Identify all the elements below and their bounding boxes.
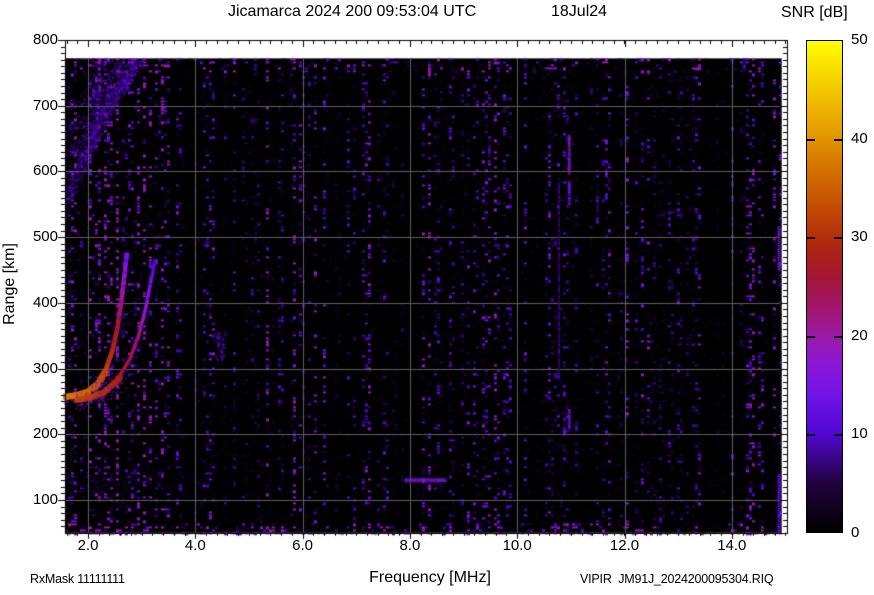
colorbar-tickmark [807,336,815,338]
colorbar-tick-label: 30 [851,228,874,246]
y-tick-label: 400 [16,294,58,312]
filename-text: VIPIR JM91J_2024200095304.RIQ [580,572,773,586]
colorbar-tickmark [834,434,842,436]
y-tick-label: 300 [16,360,58,378]
colorbar-tickmark [807,434,815,436]
x-tick-label: 12.0 [603,537,647,555]
y-tick-label: 200 [16,425,58,443]
colorbar-tickmark [834,139,842,141]
colorbar-tickmark [834,237,842,239]
y-tick-label: 500 [16,228,58,246]
y-tick-label: 800 [16,31,58,49]
ionogram-heatmap-canvas [57,32,800,545]
ionogram-figure: Jicamarca 2024 200 09:53:04 UTC 18Jul24 … [0,0,874,595]
colorbar-tickmark [834,336,842,338]
colorbar-tick-label: 0 [851,524,874,542]
colorbar-title: SNR [dB] [781,4,848,22]
title-date: 18Jul24 [551,3,607,21]
y-tick-label: 600 [16,162,58,180]
rxmask-text: RxMask 11111111 [30,572,125,586]
y-tick-label: 700 [16,97,58,115]
snr-colorbar [806,40,843,533]
x-tick-label: 14.0 [710,537,754,555]
colorbar-tick-label: 40 [851,130,874,148]
x-tick-label: 2.0 [66,537,110,555]
x-tick-label: 8.0 [388,537,432,555]
x-axis-label: Frequency [MHz] [330,569,530,587]
x-tick-label: 10.0 [495,537,539,555]
x-tick-label: 6.0 [281,537,325,555]
colorbar-tick-label: 10 [851,425,874,443]
colorbar-tick-label: 50 [851,31,874,49]
page-title: Jicamarca 2024 200 09:53:04 UTC [228,3,476,21]
colorbar-tick-label: 20 [851,327,874,345]
colorbar-tickmark [807,139,815,141]
y-tick-label: 100 [16,491,58,509]
x-tick-label: 4.0 [173,537,217,555]
colorbar-tickmark [807,237,815,239]
